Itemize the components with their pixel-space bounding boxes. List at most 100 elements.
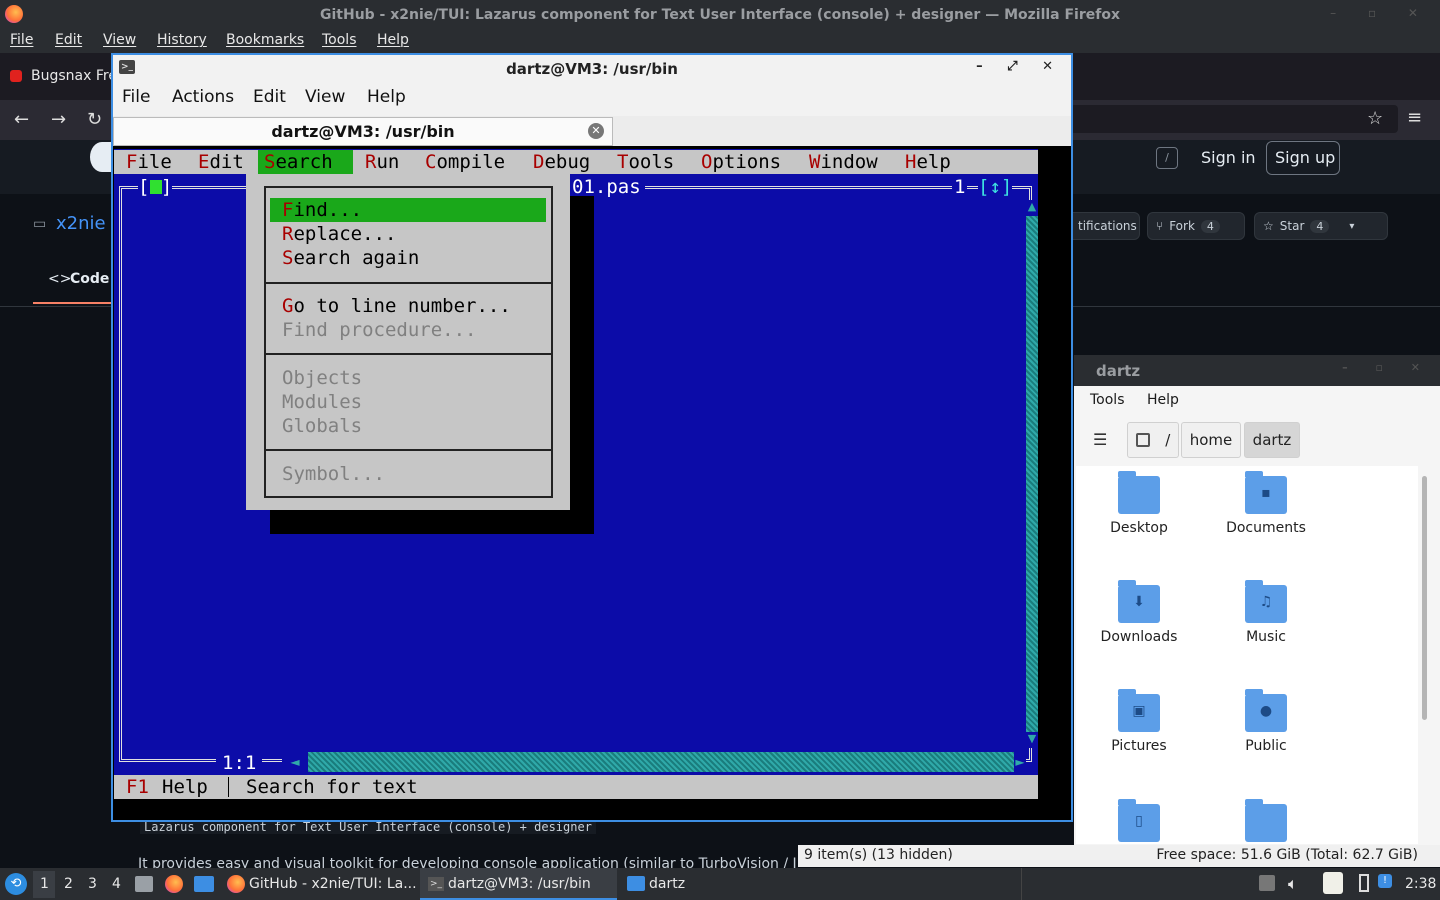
task-file-manager[interactable]: dartz	[649, 876, 685, 892]
terminal-menu-file[interactable]: File	[122, 87, 150, 107]
tui-menu-tools[interactable]: Tools	[611, 150, 680, 174]
terminal-menu-actions[interactable]: Actions	[172, 87, 234, 107]
battery-icon[interactable]	[1359, 874, 1369, 892]
firefox-menu-edit[interactable]: Edit	[55, 32, 82, 48]
clipboard-icon[interactable]	[1323, 872, 1343, 894]
start-menu-icon[interactable]: ⟲	[5, 873, 27, 895]
tray-app-icon[interactable]	[1259, 875, 1275, 891]
code-tab[interactable]: Code	[70, 271, 109, 287]
firefox-menu-history[interactable]: History	[157, 32, 207, 48]
bookmark-star-icon[interactable]: ☆	[1367, 108, 1383, 129]
firefox-menu-help[interactable]: Help	[377, 32, 409, 48]
back-icon[interactable]: ←	[14, 109, 29, 130]
notification-icon[interactable]: !	[1378, 874, 1392, 888]
breadcrumb-home[interactable]: home	[1181, 422, 1241, 458]
tab-close-icon[interactable]: ✕	[588, 123, 604, 139]
tui-menu-run[interactable]: Run	[359, 150, 405, 174]
scroll-up-arrow-icon[interactable]: ▲	[1026, 200, 1038, 216]
folder-templates[interactable]: ▯	[1069, 799, 1209, 848]
file-manager-title-bar: dartz – ▫ ✕	[1074, 355, 1440, 386]
status-key-f1[interactable]: F1	[126, 775, 149, 799]
repo-description: Lazarus component for Text User Interfac…	[140, 820, 596, 834]
reload-icon[interactable]: ↻	[87, 109, 102, 130]
fm-menu-tools[interactable]: Tools	[1090, 392, 1125, 408]
firefox-launcher-icon[interactable]	[165, 875, 183, 893]
menu-item-goto-line[interactable]: Go to line number...	[270, 294, 546, 318]
scroll-down-arrow-icon[interactable]: ▼	[1026, 732, 1038, 748]
file-manager-launcher-icon[interactable]	[135, 876, 153, 892]
terminal-menu-view[interactable]: View	[305, 87, 345, 107]
firefox-menu-file[interactable]: File	[10, 32, 33, 48]
tui-menu-window[interactable]: Window	[803, 150, 884, 174]
taskbar	[0, 868, 1440, 900]
close-box-icon[interactable]	[150, 180, 162, 194]
sign-in-link[interactable]: Sign in	[1201, 148, 1256, 167]
firefox-menu-bookmarks[interactable]: Bookmarks	[226, 32, 304, 48]
fm-menu-help[interactable]: Help	[1147, 392, 1179, 408]
breadcrumb-root[interactable]: /	[1127, 422, 1179, 458]
list-view-icon[interactable]: ☰	[1093, 430, 1107, 449]
folder-pictures[interactable]: ▣ Pictures	[1069, 689, 1209, 754]
tui-menu-debug[interactable]: Debug	[527, 150, 596, 174]
editor-vertical-scrollbar[interactable]: ▲ ▼	[1026, 200, 1038, 748]
menu-item-search-again[interactable]: Search again	[270, 246, 546, 270]
folder-videos[interactable]	[1196, 799, 1336, 848]
workspace-2[interactable]: 2	[64, 876, 73, 892]
tui-menu-file[interactable]: File	[120, 150, 178, 174]
notifications-label: tifications	[1078, 219, 1137, 233]
tui-menu-help[interactable]: Help	[899, 150, 957, 174]
file-view-scrollbar[interactable]	[1422, 476, 1427, 720]
folder-label: Music	[1246, 629, 1286, 645]
clock[interactable]: 2:38	[1405, 876, 1436, 892]
firefox-window-controls[interactable]: – ▫ ✕	[1330, 6, 1432, 20]
terminal-menu-help[interactable]: Help	[367, 87, 406, 107]
task-firefox[interactable]: GitHub - x2nie/TUI: La...	[249, 876, 417, 892]
file-manager-window-controls[interactable]: – ▫ ✕	[1342, 361, 1432, 374]
menu-item-find[interactable]: Find...	[270, 198, 546, 222]
star-dropdown-icon[interactable]: ▾	[1349, 221, 1354, 232]
volume-icon[interactable]: 🔈︎	[1288, 874, 1298, 894]
editor-horizontal-scrollbar[interactable]: ◄ ►	[282, 752, 1026, 772]
scroll-left-arrow-icon[interactable]: ◄	[282, 752, 308, 772]
fork-icon: ⑂	[1156, 219, 1164, 233]
star-button[interactable]: ☆ Star 4 ▾	[1254, 212, 1388, 240]
folder-desktop[interactable]: Desktop	[1069, 471, 1209, 536]
tui-menu-edit[interactable]: Edit	[192, 150, 250, 174]
folder-downloads[interactable]: ⬇ Downloads	[1069, 580, 1209, 645]
notifications-button[interactable]: tifications	[1070, 212, 1140, 240]
search-slash-key[interactable]: /	[1156, 147, 1178, 169]
terminal-menu-edit[interactable]: Edit	[253, 87, 286, 107]
star-label: Star	[1279, 219, 1305, 233]
terminal-window-controls[interactable]: – ⤢ ✕	[976, 59, 1063, 74]
editor-zoom-icon[interactable]: [↕]	[978, 175, 1013, 199]
workspace-4[interactable]: 4	[112, 876, 121, 892]
scroll-right-arrow-icon[interactable]: ►	[1014, 752, 1026, 772]
tui-menu-options[interactable]: Options	[695, 150, 787, 174]
firefox-menu-view[interactable]: View	[103, 32, 136, 48]
forward-icon[interactable]: →	[51, 109, 66, 130]
fork-button[interactable]: ⑂ Fork 4	[1147, 212, 1245, 240]
firefox-tab[interactable]: Bugsnax Fre	[31, 68, 117, 84]
breadcrumb-dartz-label: dartz	[1252, 431, 1292, 449]
desktop-launcher-icon[interactable]	[194, 876, 214, 892]
repo-owner-link[interactable]: x2nie /	[56, 213, 117, 234]
folder-public[interactable]: ● Public	[1196, 689, 1336, 754]
workspace-3[interactable]: 3	[88, 876, 97, 892]
terminal-tab[interactable]: dartz@VM3: /usr/bin	[113, 117, 613, 146]
folder-documents[interactable]: ▪ Documents	[1196, 471, 1336, 536]
terminal-title-bar: >_ dartz@VM3: /usr/bin – ⤢ ✕	[113, 55, 1071, 82]
hamburger-menu-icon[interactable]: ≡	[1407, 107, 1422, 128]
task-terminal[interactable]: dartz@VM3: /usr/bin	[448, 876, 591, 892]
firefox-menu-tools[interactable]: Tools	[322, 32, 357, 48]
tui-menu-compile[interactable]: Compile	[419, 150, 511, 174]
status-key-help[interactable]: Help	[162, 775, 208, 799]
sign-up-label: Sign up	[1275, 148, 1336, 167]
breadcrumb-dartz[interactable]: dartz	[1244, 422, 1300, 458]
tui-menu-search[interactable]: Search	[258, 150, 353, 174]
menu-item-find-procedure: Find procedure...	[282, 319, 477, 341]
folder-music[interactable]: ♫ Music	[1196, 580, 1336, 645]
url-bar[interactable]	[1070, 105, 1398, 133]
documents-folder-icon: ▪	[1245, 471, 1287, 514]
menu-item-replace[interactable]: Replace...	[270, 222, 546, 246]
workspace-1[interactable]: 1	[40, 876, 49, 892]
